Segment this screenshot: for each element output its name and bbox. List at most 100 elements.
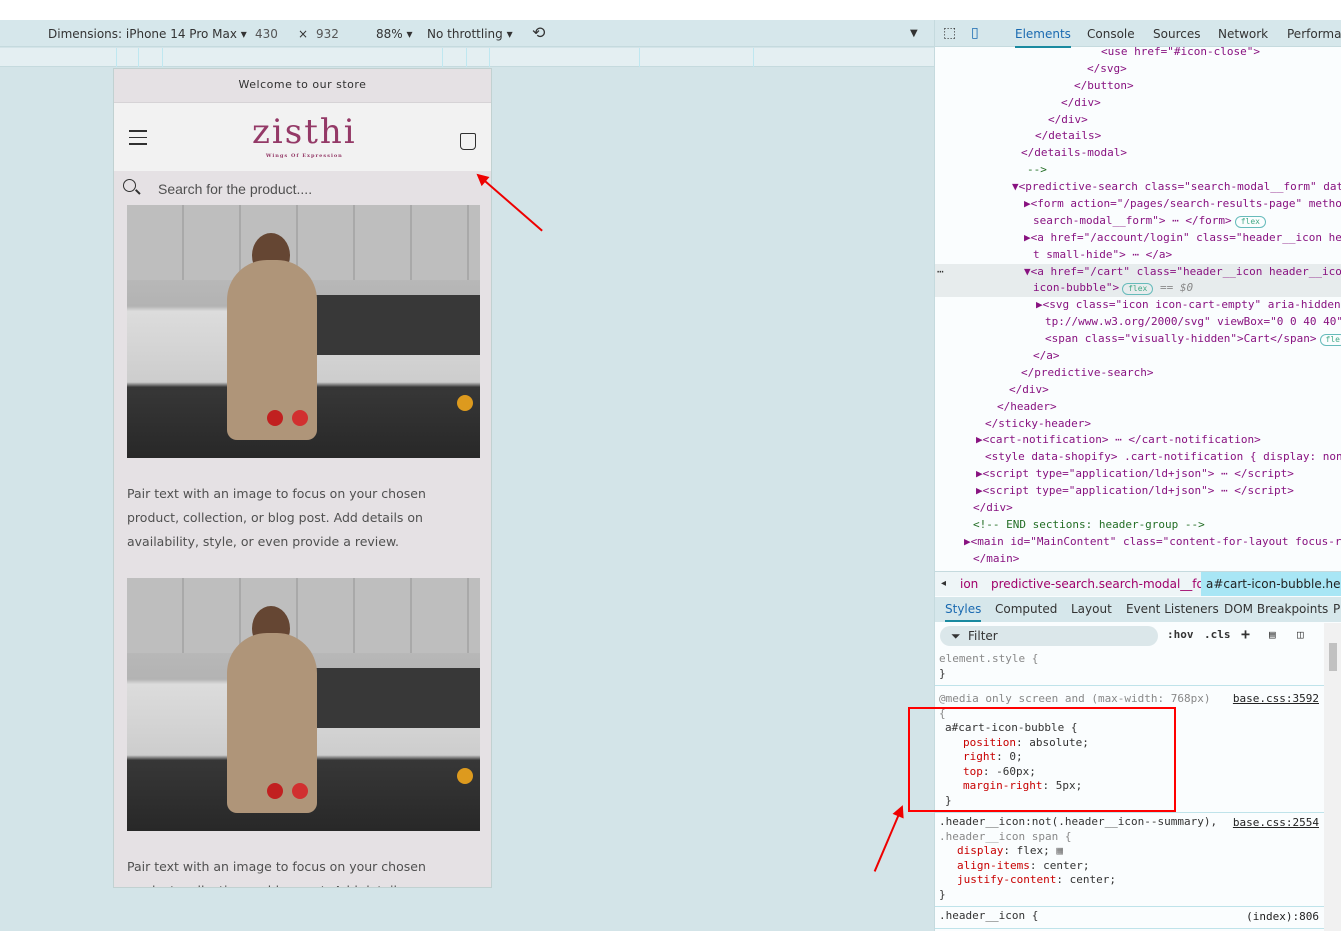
tab-performance[interactable]: Performan — [1287, 27, 1341, 41]
styles-subtabs: Styles Computed Layout Event Listeners D… — [935, 597, 1341, 622]
flex-badge[interactable]: fle — [1319, 334, 1341, 347]
device-toggle-icon[interactable]: ▯ — [971, 25, 979, 41]
dom-line[interactable]: --> — [935, 162, 1341, 179]
dom-line[interactable]: </main> — [935, 551, 1341, 568]
zisthi-logo[interactable]: zisthi Wings Of Expression — [252, 111, 357, 159]
dom-line[interactable]: </predictive-search> — [935, 365, 1341, 382]
breadcrumb-item[interactable]: predictive-search.search-modal__form — [991, 577, 1220, 591]
search-bar[interactable]: Search for the product.... — [114, 171, 491, 205]
tab-network[interactable]: Network — [1218, 27, 1268, 41]
flex-badge[interactable]: flex — [1122, 283, 1154, 296]
filter-input[interactable]: ⏷ Filter — [940, 626, 1158, 646]
tab-sources[interactable]: Sources — [1153, 27, 1200, 41]
dom-line[interactable]: ▶<svg class="icon icon-cart-empty" aria-… — [935, 297, 1341, 314]
source-link[interactable]: base.css:2554 — [1233, 816, 1319, 831]
css-rule-element-style[interactable]: element.style { } — [935, 650, 1325, 686]
dom-line[interactable]: ▶<a href="/account/login" class="header_… — [935, 230, 1341, 247]
dom-line[interactable]: <!-- END sections: header-group --> — [935, 517, 1341, 534]
tab-computed[interactable]: Computed — [995, 602, 1057, 616]
dom-line[interactable]: </sticky-header> — [935, 416, 1341, 433]
rule-selector: .header__icon span { — [939, 829, 1072, 843]
cls-button[interactable]: .cls — [1204, 628, 1231, 641]
times-sign: × — [298, 27, 309, 41]
styles-toolbar: ⏷ Filter :hov .cls + ▤ ◫ — [935, 623, 1325, 650]
width-input[interactable]: 430 — [255, 27, 278, 41]
row-options-icon[interactable]: ⋯ — [937, 264, 944, 281]
filter-icon: ⏷ — [951, 629, 961, 643]
css-rule-header-icon[interactable]: .header__icon:not(.header__icon--summary… — [935, 813, 1325, 907]
dom-line[interactable]: </div> — [935, 112, 1341, 129]
dom-line[interactable]: search-modal__form"> ⋯ </form> flex — [935, 213, 1341, 230]
zoom-dropdown[interactable]: 88% ▾ — [376, 27, 413, 41]
dimensions-label: Dimensions: iPhone 14 Pro Max — [48, 27, 237, 41]
tab-styles[interactable]: Styles — [945, 602, 982, 622]
tab-layout[interactable]: Layout — [1071, 602, 1112, 616]
throttling-value: No throttling — [427, 27, 503, 41]
dom-line[interactable]: <use href="#icon-close"> — [935, 44, 1341, 61]
throttling-dropdown[interactable]: No throttling ▾ — [427, 27, 513, 41]
dom-line[interactable]: </div> — [935, 95, 1341, 112]
cart-icon[interactable] — [460, 133, 476, 150]
rotate-icon[interactable]: ⟲ — [532, 23, 545, 42]
inspect-element-icon[interactable]: ⬚ — [943, 25, 956, 41]
site-header: zisthi Wings Of Expression — [114, 103, 491, 171]
breadcrumb-item-current[interactable]: a#cart-icon-bubble.heade — [1201, 572, 1341, 596]
dom-line-selected[interactable]: ⋯ ▼<a href="/cart" class="header__icon he… — [935, 263, 1341, 281]
dom-line[interactable]: </div> — [935, 500, 1341, 517]
styles-scrollbar[interactable] — [1324, 623, 1341, 931]
css-declaration[interactable]: justify-content: center; — [939, 873, 1321, 888]
css-rule-header-icon-2[interactable]: .header__icon { (index):806 — [935, 907, 1325, 929]
dom-line[interactable]: ▶<form action="/pages/search-results-pag… — [935, 196, 1341, 213]
property-value: center; — [1043, 858, 1090, 872]
filter-placeholder: Filter — [968, 629, 998, 643]
css-declaration[interactable]: display: flex; ▦ — [939, 844, 1321, 859]
dom-line[interactable]: tp://www.w3.org/2000/svg" viewBox="0 0 4… — [935, 314, 1341, 331]
paint-brush-icon[interactable]: ▤ — [1269, 628, 1276, 641]
tab-event-listeners[interactable]: Event Listeners — [1126, 602, 1219, 616]
dom-line-selected[interactable]: icon-bubble"> flex == $0 — [935, 280, 1341, 298]
dom-line[interactable]: ▶<cart-notification> ⋯ </cart-notificati… — [935, 432, 1341, 449]
selected-marker: == $0 — [1159, 281, 1194, 295]
search-input[interactable]: Search for the product.... — [158, 181, 312, 197]
dom-line[interactable]: <span class="visually-hidden">Cart</span… — [935, 331, 1341, 348]
source-link[interactable]: base.css:3592 — [1233, 692, 1319, 707]
hov-button[interactable]: :hov — [1167, 628, 1194, 641]
mobile-page-preview: Welcome to our store zisthi Wings Of Exp… — [113, 68, 492, 888]
flexbox-editor-icon[interactable]: ▦ — [1056, 844, 1063, 857]
source-link[interactable]: (index):806 — [1246, 910, 1319, 925]
dom-line[interactable]: <style data-shopify> .cart-notification … — [935, 449, 1341, 466]
css-declaration[interactable]: align-items: center; — [939, 859, 1321, 874]
flex-badge[interactable]: flex — [1234, 215, 1266, 228]
breadcrumb-item[interactable]: ion — [960, 577, 978, 591]
property-value: center; — [1069, 873, 1116, 886]
device-dimensions-dropdown[interactable]: Dimensions: iPhone 14 Pro Max ▾ — [48, 27, 247, 41]
logo-wordmark: zisthi — [252, 112, 357, 152]
new-rule-icon[interactable]: + — [1241, 625, 1250, 643]
dom-line[interactable]: </div> — [935, 382, 1341, 399]
property-name: align-items — [957, 858, 1030, 872]
dom-line[interactable]: </a> — [935, 348, 1341, 365]
tab-console[interactable]: Console — [1087, 27, 1135, 41]
breadcrumb-scroll-left-icon[interactable]: ◂ — [941, 578, 946, 589]
tab-dom-breakpoints[interactable]: DOM Breakpoints — [1224, 602, 1328, 616]
dom-line[interactable]: ▶<script type="application/ld+json"> ⋯ <… — [935, 466, 1341, 483]
dom-line[interactable]: </header> — [935, 399, 1341, 416]
dom-line[interactable]: </details> — [935, 128, 1341, 145]
dom-line[interactable]: ▶<script type="application/ld+json"> ⋯ <… — [935, 483, 1341, 500]
dom-line[interactable]: ▶<main id="MainContent" class="content-f… — [935, 534, 1341, 551]
dom-line[interactable]: ▼<predictive-search class="search-modal_… — [935, 179, 1341, 196]
height-input[interactable]: 932 — [316, 27, 339, 41]
search-icon — [123, 179, 136, 192]
dom-tree[interactable]: <use href="#icon-close"> </svg> </button… — [935, 44, 1341, 569]
tab-more[interactable]: P — [1333, 602, 1340, 616]
rule-close: } — [939, 887, 946, 901]
toggle-sidebar-icon[interactable]: ◫ — [1297, 628, 1304, 641]
hamburger-menu-icon[interactable] — [129, 130, 147, 150]
dom-line[interactable]: </svg> — [935, 61, 1341, 78]
dom-line[interactable]: </button> — [935, 78, 1341, 95]
dom-line-text: search-modal__form"> ⋯ </form> — [1033, 213, 1232, 227]
dom-line[interactable]: </details-modal> — [935, 145, 1341, 162]
dom-line[interactable]: t small-hide"> ⋯ </a> — [935, 247, 1341, 264]
media-query-ruler[interactable] — [0, 48, 934, 67]
more-options-icon[interactable]: ▼ — [910, 28, 918, 39]
